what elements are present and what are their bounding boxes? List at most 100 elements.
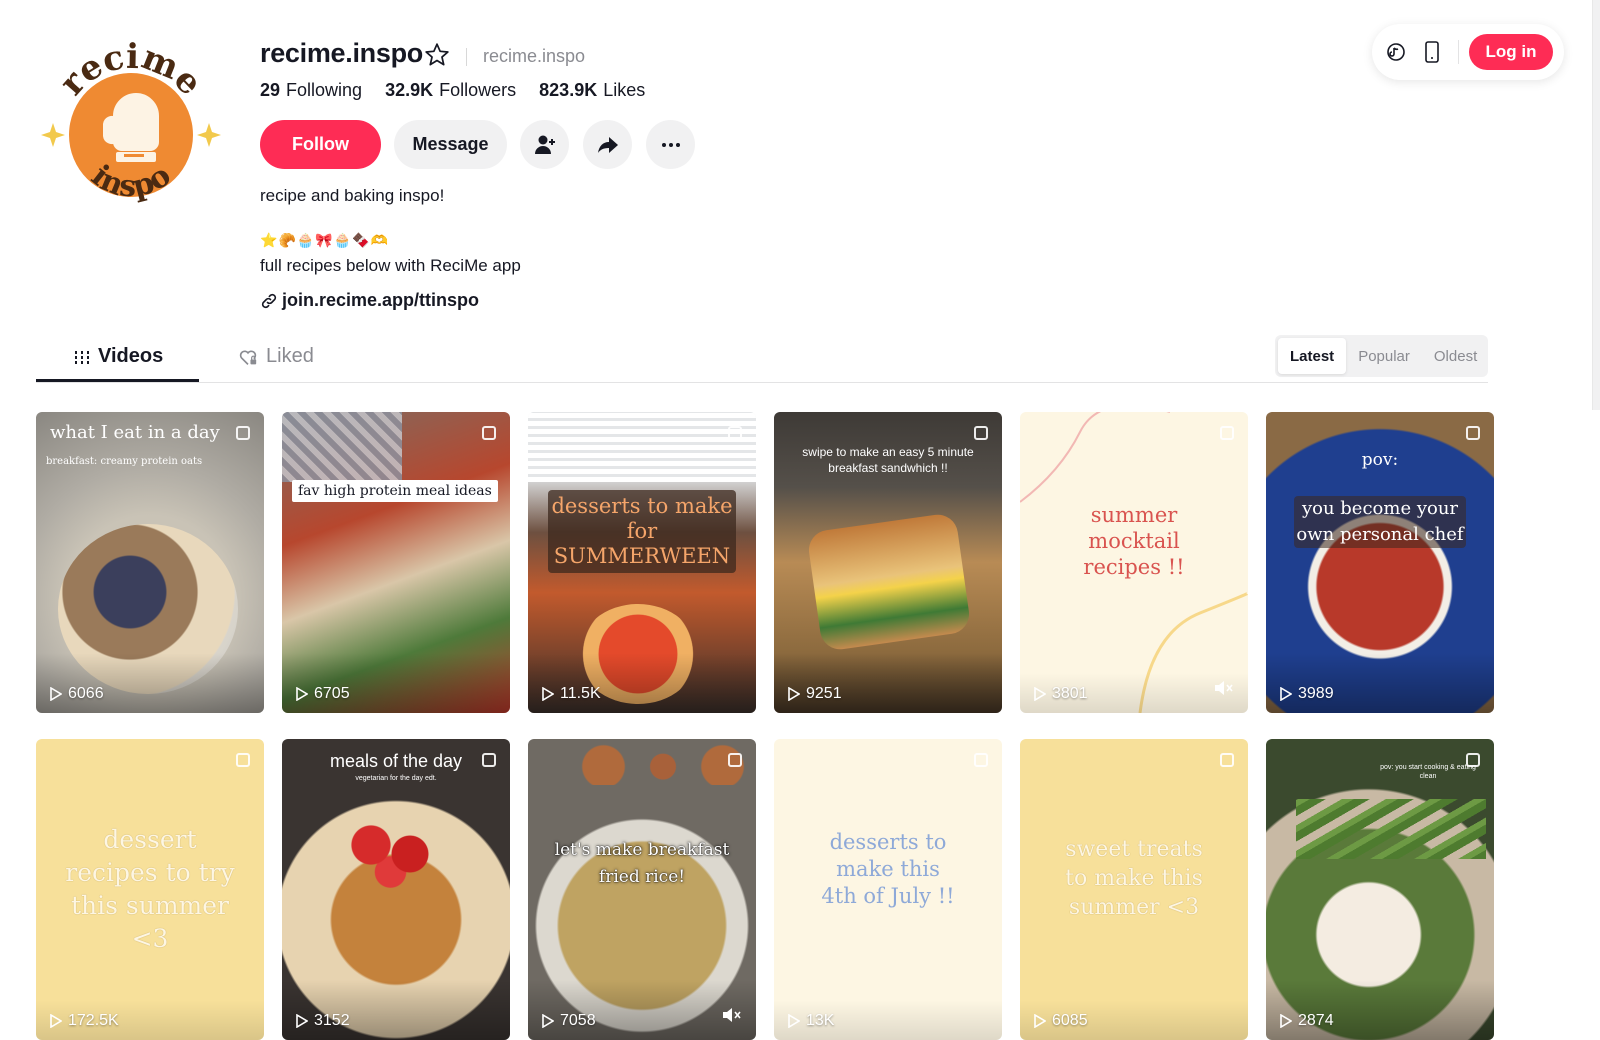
profile-link-text: join.recime.app/ttinspo <box>282 290 480 310</box>
pin-icon <box>974 426 988 440</box>
tiktok-coin-icon[interactable] <box>1378 34 1414 70</box>
chocolate-emoji: 🍫 <box>352 232 370 248</box>
view-count: 172.5K <box>50 1012 119 1030</box>
avatar[interactable]: recime inspo <box>36 37 226 230</box>
tab-videos[interactable]: Videos <box>74 345 163 368</box>
page-scrollbar[interactable] <box>1592 0 1600 410</box>
mobile-phone-icon[interactable] <box>1414 34 1450 70</box>
tab-liked[interactable]: Liked <box>238 345 314 368</box>
asparagus-image <box>1296 799 1486 859</box>
towel-image <box>282 412 402 482</box>
followers-stat[interactable]: 32.9K Followers <box>385 80 516 101</box>
more-options-button[interactable] <box>646 120 695 169</box>
gradient <box>774 653 1002 713</box>
active-tab-indicator <box>36 379 199 382</box>
video-caption: sweet treats to make this summer <3 <box>1065 837 1203 920</box>
video-card[interactable]: meals of the day vegetarian for the day … <box>282 739 510 1040</box>
view-count: 9251 <box>788 685 842 703</box>
profile-link[interactable]: join.recime.app/ttinspo <box>260 290 479 311</box>
view-count: 13K <box>788 1012 834 1030</box>
view-count: 3801 <box>1034 685 1088 703</box>
sort-popular[interactable]: Popular <box>1346 338 1422 374</box>
play-icon <box>296 1014 308 1028</box>
video-card[interactable]: let's make breakfast fried rice! 7058 <box>528 739 756 1040</box>
pin-icon <box>974 753 988 767</box>
play-icon <box>1034 1014 1046 1028</box>
following-count: 29 <box>260 80 281 100</box>
video-caption: what I eat in a day <box>50 422 220 443</box>
add-user-icon <box>534 135 555 154</box>
gradient <box>1266 980 1494 1040</box>
video-card[interactable]: dessert recipes to try this summer <3 17… <box>36 739 264 1040</box>
eggs-image <box>578 739 748 785</box>
video-card[interactable]: swipe to make an easy 5 minute breakfast… <box>774 412 1002 713</box>
following-stat[interactable]: 29 Following <box>260 80 362 101</box>
play-icon <box>1280 1014 1292 1028</box>
star-emoji: ⭐ <box>260 232 278 248</box>
play-icon <box>788 1014 800 1028</box>
heart-hands-emoji: 🫶 <box>370 232 389 248</box>
play-icon <box>296 687 308 701</box>
muted-icon[interactable] <box>722 1007 742 1028</box>
login-button[interactable]: Log in <box>1469 34 1553 70</box>
video-card[interactable]: summer mocktail recipes !! 3801 <box>1020 412 1248 713</box>
video-card[interactable]: pov: you become your own personal chef 3… <box>1266 412 1494 713</box>
star-icon[interactable] <box>424 42 450 73</box>
strawberries-image <box>332 809 462 899</box>
pin-icon <box>728 426 742 440</box>
video-caption: pov: <box>1361 450 1399 470</box>
likes-label: Likes <box>603 80 646 100</box>
cupcake-emoji: 🧁 <box>296 232 315 248</box>
play-icon <box>788 687 800 701</box>
followers-count: 32.9K <box>385 80 434 100</box>
video-card[interactable]: sweet treats to make this summer <3 6085 <box>1020 739 1248 1040</box>
video-caption: desserts to make for SUMMERWEEN <box>548 490 736 573</box>
video-card[interactable]: desserts to make for SUMMERWEEN 11.5K <box>528 412 756 713</box>
view-count: 3989 <box>1280 685 1334 703</box>
pin-icon <box>1466 753 1480 767</box>
following-label: Following <box>286 80 363 100</box>
sort-latest[interactable]: Latest <box>1278 338 1347 374</box>
video-card[interactable]: desserts to make this 4th of July !! 13K <box>774 739 1002 1040</box>
play-icon <box>50 1014 62 1028</box>
likes-stat: 823.9K Likes <box>539 80 645 101</box>
link-icon <box>261 293 277 308</box>
grid-icon <box>75 350 89 364</box>
follow-button[interactable]: Follow <box>260 120 381 169</box>
pin-icon <box>1466 426 1480 440</box>
share-button[interactable] <box>583 120 632 169</box>
view-count: 6085 <box>1034 1012 1088 1030</box>
view-count: 2874 <box>1280 1012 1334 1030</box>
video-card[interactable]: pov: you start cooking & eating clean 28… <box>1266 739 1494 1040</box>
likes-count: 823.9K <box>539 80 598 100</box>
video-subcaption: you become your own personal chef <box>1294 496 1466 548</box>
add-friend-button[interactable] <box>520 120 569 169</box>
gradient <box>36 653 264 713</box>
video-caption: fav high protein meal ideas <box>292 480 498 502</box>
cupcake-emoji: 🧁 <box>333 232 352 248</box>
muted-icon[interactable] <box>1214 680 1234 701</box>
pin-icon <box>728 753 742 767</box>
video-caption: swipe to make an easy 5 minute breakfast… <box>802 445 974 475</box>
bio-line: full recipes below with ReciMe app <box>260 256 521 275</box>
video-caption: summer mocktail recipes !! <box>1083 503 1185 579</box>
sort-toggle: Latest Popular Oldest <box>1275 335 1488 377</box>
video-card[interactable]: fav high protein meal ideas 6705 <box>282 412 510 713</box>
sandwich-image <box>806 512 972 652</box>
sort-oldest[interactable]: Oldest <box>1422 338 1489 374</box>
pin-icon <box>1220 426 1234 440</box>
profile-stats: 29 Following 32.9K Followers 823.9K Likes <box>260 80 668 101</box>
divider <box>466 48 467 66</box>
play-icon <box>1034 687 1046 701</box>
ribbon-emoji: 🎀 <box>315 232 333 248</box>
message-button[interactable]: Message <box>394 120 507 169</box>
bio-emojis: ⭐ 🥐 🧁 🎀 🧁 🍫 🫶 <box>260 232 388 249</box>
followers-label: Followers <box>439 80 517 100</box>
video-caption: meals of the day <box>329 751 463 771</box>
gradient <box>282 980 510 1040</box>
pin-icon <box>236 753 250 767</box>
play-icon <box>50 687 62 701</box>
profile-handle: recime.inspo <box>483 46 586 66</box>
video-card[interactable]: what I eat in a day breakfast: creamy pr… <box>36 412 264 713</box>
bio-line: recipe and baking inspo! <box>260 186 445 205</box>
